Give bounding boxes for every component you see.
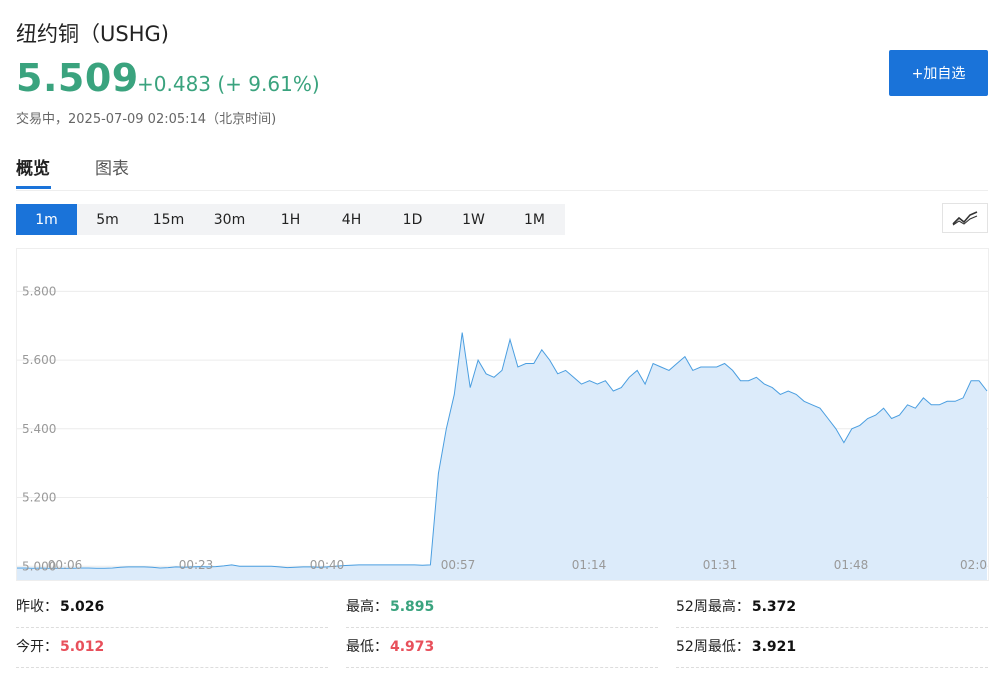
active-tab-indicator (16, 186, 51, 189)
range-4h-button[interactable]: 4H (321, 204, 382, 235)
time-range-selector: 1m 5m 15m 30m 1H 4H 1D 1W 1M (16, 204, 565, 235)
range-5m-button[interactable]: 5m (77, 204, 138, 235)
stat-value: 4.973 (390, 639, 435, 655)
x-tick-label: 00:40 (310, 558, 345, 572)
tab-overview[interactable]: 概览 (16, 154, 50, 179)
range-1m-button[interactable]: 1m (16, 204, 77, 235)
stat-open: 今开： 5.012 (16, 628, 328, 668)
price-chart-svg: 5.8005.6005.4005.2005.00000:06 00:23 00:40… (17, 284, 988, 580)
tab-chart[interactable]: 图表 (95, 154, 129, 179)
trading-status: 交易中，2025-07-09 02:05:14（北京时间) (16, 112, 277, 127)
y-tick-label: 5.200 (22, 491, 56, 505)
x-tick-label: 01:31 (703, 558, 738, 572)
page-title: 纽约铜（USHG) (16, 22, 169, 46)
last-price: 5.509 (16, 56, 139, 100)
stat-value: 5.026 (60, 599, 105, 615)
range-1mo-button[interactable]: 1M (504, 204, 565, 235)
stat-label: 最高： (346, 599, 388, 615)
stat-low: 最低： 4.973 (346, 628, 658, 668)
stats-row: 今开： 5.012 最低： 4.973 52周最低： 3.921 (16, 628, 988, 668)
stat-52w-high: 52周最高： 5.372 (676, 588, 988, 628)
y-tick-label: 5.600 (22, 353, 56, 367)
stat-prev-close: 昨收： 5.026 (16, 588, 328, 628)
range-1d-button[interactable]: 1D (382, 204, 443, 235)
add-to-watchlist-button[interactable]: +加自选 (889, 50, 988, 96)
x-tick-label: 00:06 (48, 558, 83, 572)
stat-value: 3.921 (751, 639, 797, 655)
stat-high: 最高： 5.895 (346, 588, 658, 628)
stat-label: 52周最高： (676, 599, 750, 615)
range-1w-button[interactable]: 1W (443, 204, 504, 235)
stat-label: 昨收： (16, 599, 58, 615)
stat-value: 5.372 (751, 599, 797, 615)
chart-type-button[interactable] (942, 203, 988, 233)
y-tick-label: 5.400 (22, 422, 56, 436)
stat-label: 今开： (16, 639, 58, 655)
x-tick-label: 02:0 (960, 558, 987, 572)
y-tick-label: 5.800 (22, 284, 56, 298)
stats-row: 昨收： 5.026 最高： 5.895 52周最高： 5.372 (16, 588, 988, 628)
range-30m-button[interactable]: 30m (199, 204, 260, 235)
x-tick-label: 01:14 (572, 558, 607, 572)
range-1h-button[interactable]: 1H (260, 204, 321, 235)
stat-label: 52周最低： (676, 639, 750, 655)
x-tick-label: 01:48 (834, 558, 869, 572)
tab-bar: 概览 图表 (16, 150, 988, 191)
stat-label: 最低： (346, 639, 388, 655)
stat-52w-low: 52周最低： 3.921 (676, 628, 988, 668)
line-chart-icon (952, 211, 978, 226)
price-chart[interactable]: 5.800 5.600 5.400 5.200 5.000 00:06 00:23 00:40… (16, 248, 989, 581)
range-15m-button[interactable]: 15m (138, 204, 199, 235)
stat-value: 5.012 (60, 639, 105, 655)
x-tick-label: 00:23 (179, 558, 214, 572)
x-tick-label: 00:57 (441, 558, 476, 572)
stat-value: 5.895 (390, 599, 435, 615)
price-change: +0.483 (+ 9.61%) (137, 72, 320, 96)
